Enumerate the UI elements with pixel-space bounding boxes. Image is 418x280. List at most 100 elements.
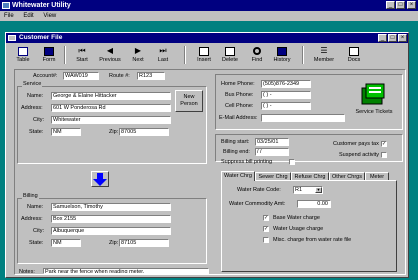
home-phone-label: Home Phone: — [221, 81, 255, 87]
previous-button[interactable]: ◀ Previous — [96, 44, 124, 65]
history-icon — [277, 47, 287, 56]
history-button[interactable]: History — [270, 44, 294, 65]
docs-button[interactable]: Docs — [342, 44, 366, 65]
service-address-label: Address: — [21, 105, 43, 111]
next-record-icon: ▶ — [134, 46, 142, 55]
minimize-button[interactable]: _ — [386, 1, 395, 9]
billing-name-field[interactable]: Samuelson, Timothy — [51, 203, 171, 211]
last-record-icon: ⏭ — [159, 46, 167, 55]
service-zip-field[interactable]: 87005 — [119, 128, 169, 136]
customer-file-title-bar: Customer File — [6, 33, 408, 43]
service-address-field[interactable]: 601 W Ponderosa Rd — [51, 104, 171, 112]
previous-record-icon: ◀ — [106, 46, 114, 55]
bus-phone-label: Bus Phone: — [225, 92, 254, 98]
table-button[interactable]: Table — [12, 44, 34, 65]
first-record-icon: ⏮ — [78, 46, 86, 55]
base-water-label: Base Water charge — [273, 215, 320, 221]
toolbar-separator — [184, 46, 186, 64]
suppress-bill-checkbox[interactable] — [289, 159, 295, 165]
form-button[interactable]: Form — [38, 44, 60, 65]
suspend-activity-label: Suspend activity — [339, 152, 380, 158]
notes-label: Notes: — [19, 269, 35, 275]
service-name-label: Name: — [27, 93, 44, 99]
menu-view[interactable]: View — [43, 13, 56, 19]
member-button[interactable]: ☰ Member — [310, 44, 338, 65]
delete-button[interactable]: Delete — [218, 44, 242, 65]
menu-file[interactable]: File — [4, 13, 14, 19]
billing-name-label: Name: — [27, 204, 44, 210]
child-minimize-button[interactable]: _ — [378, 34, 387, 42]
water-commodity-label: Water Commodity Amt: — [229, 201, 286, 207]
service-city-field[interactable]: Whitewater — [51, 116, 171, 124]
child-close-button[interactable]: × — [398, 34, 407, 42]
start-button[interactable]: ⏮ Start — [70, 44, 94, 65]
window-icon — [8, 35, 16, 41]
toolbar-separator — [302, 46, 304, 64]
billing-start-field[interactable]: 03/25/01 — [255, 138, 289, 146]
last-button[interactable]: ⏭ Last — [152, 44, 174, 65]
billing-end-label: Billing end: — [223, 149, 250, 155]
billing-city-label: City: — [33, 228, 44, 234]
account-label: Account#: — [33, 73, 58, 79]
maximize-button[interactable]: □ — [396, 1, 405, 9]
service-tickets-label: Service Tickets — [355, 109, 393, 115]
service-city-label: City: — [33, 117, 44, 123]
find-icon — [253, 47, 261, 55]
toolbar-separator — [64, 46, 66, 64]
delete-icon — [225, 47, 235, 56]
menu-bar: File Edit View — [0, 11, 418, 21]
service-state-label: State: — [29, 129, 44, 135]
billing-address-field[interactable]: Box 2155 — [51, 215, 171, 223]
billing-state-label: State: — [29, 240, 44, 246]
customer-pays-tax-checkbox[interactable]: ✓ — [381, 141, 387, 147]
billing-city-field[interactable]: Albuquerque — [51, 227, 171, 235]
next-button[interactable]: ▶ Next — [126, 44, 150, 65]
insert-button[interactable]: Insert — [192, 44, 216, 65]
water-usage-label: Water Usage charge — [273, 226, 324, 232]
find-button[interactable]: Find — [246, 44, 268, 65]
close-button[interactable]: × — [407, 1, 416, 9]
billing-start-label: Billing start: — [221, 139, 250, 145]
app-icon — [2, 2, 10, 9]
email-field[interactable] — [261, 114, 345, 122]
bus-phone-field[interactable]: ( ) - — [261, 91, 311, 99]
service-group-title: Service — [22, 81, 43, 88]
misc-charge-label: Misc. charge from water rate file — [273, 237, 352, 243]
cell-phone-label: Cell Phone: — [225, 103, 254, 109]
insert-icon — [199, 47, 209, 56]
billing-end-field[interactable]: / / — [255, 148, 289, 156]
base-water-checkbox[interactable]: ✓ — [263, 215, 269, 221]
copy-address-button[interactable] — [91, 171, 109, 187]
tab-water-chrg[interactable]: Water Chrg — [221, 171, 255, 181]
menu-edit[interactable]: Edit — [23, 13, 33, 19]
customer-form: Account#: WAW019 Route #: R123 Service N… — [14, 69, 406, 275]
service-tickets-button[interactable]: Service Tickets — [349, 78, 399, 120]
app-title: Whitewater Utility — [12, 2, 71, 9]
app-title-bar: Whitewater Utility — [0, 0, 418, 11]
billing-group-title: Billing — [22, 193, 39, 200]
table-icon — [18, 47, 28, 56]
home-phone-field[interactable]: (505)876-2349 — [261, 80, 311, 88]
child-maximize-button[interactable]: □ — [388, 34, 397, 42]
docs-icon — [349, 47, 359, 56]
new-person-button[interactable]: New Person — [175, 90, 203, 112]
billing-zip-field[interactable]: 87105 — [119, 239, 169, 247]
arrow-down-icon — [93, 173, 107, 186]
notes-field[interactable]: Park near the fence when reading meter. — [43, 268, 209, 274]
water-usage-checkbox[interactable]: ✓ — [263, 226, 269, 232]
customer-pays-tax-label: Customer pays tax — [333, 141, 379, 147]
account-field[interactable]: WAW019 — [63, 72, 99, 80]
service-state-field[interactable]: NM — [51, 128, 81, 136]
service-name-field[interactable]: George & Elaine Hittacker — [51, 92, 171, 100]
billing-address-label: Address: — [21, 216, 43, 222]
suppress-bill-label: Suppress bill printing — [221, 159, 273, 165]
chevron-down-icon[interactable]: ▼ — [315, 187, 322, 193]
water-commodity-field[interactable]: 0.00 — [297, 200, 331, 208]
route-field[interactable]: R123 — [137, 72, 165, 80]
email-label: E-Mail Address: — [219, 115, 258, 121]
misc-charge-checkbox[interactable] — [263, 237, 269, 243]
billing-state-field[interactable]: NM — [51, 239, 81, 247]
suspend-activity-checkbox[interactable] — [381, 152, 387, 158]
cell-phone-field[interactable]: ( ) - — [261, 102, 311, 110]
form-icon — [44, 47, 54, 56]
